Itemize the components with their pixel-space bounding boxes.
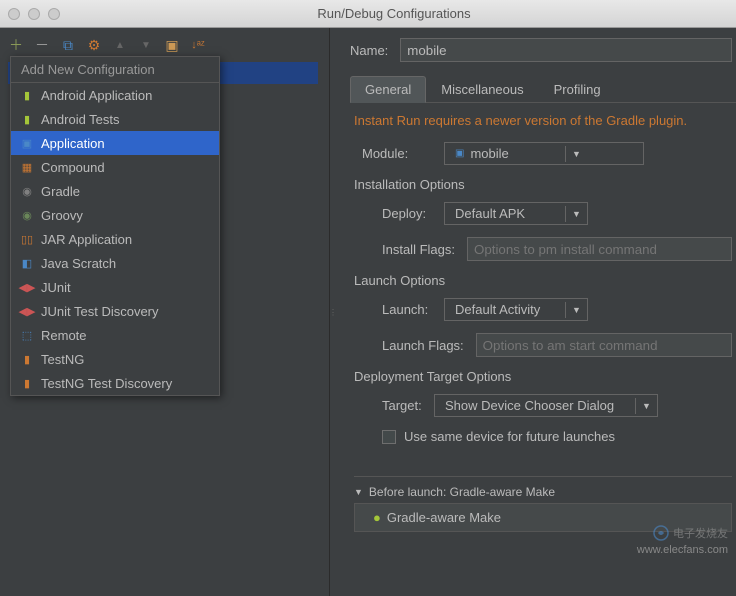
- popup-item-testng-test-discovery[interactable]: ▮ TestNG Test Discovery: [11, 371, 219, 395]
- window-title: Run/Debug Configurations: [60, 6, 728, 21]
- before-launch-item-label: Gradle-aware Make: [387, 510, 501, 525]
- close-button[interactable]: [8, 8, 20, 20]
- module-label: Module:: [362, 146, 432, 161]
- install-flags-label: Install Flags:: [362, 242, 455, 257]
- popup-item-android-tests[interactable]: ▮ Android Tests: [11, 107, 219, 131]
- watermark-url: www.elecfans.com: [637, 544, 728, 556]
- up-icon[interactable]: ▲: [112, 37, 128, 53]
- launch-section-title: Launch Options: [354, 273, 732, 288]
- tab-general[interactable]: General: [350, 76, 426, 103]
- add-icon[interactable]: ＋: [8, 37, 24, 53]
- popup-item-label: Gradle: [41, 184, 80, 199]
- popup-item-label: JUnit: [41, 280, 71, 295]
- tab-content: Instant Run requires a newer version of …: [350, 103, 736, 532]
- app-icon: ▣: [19, 135, 35, 151]
- launch-flags-label: Launch Flags:: [362, 338, 464, 353]
- name-input[interactable]: [400, 38, 732, 62]
- gradle-icon: ◉: [19, 183, 35, 199]
- popup-item-label: TestNG Test Discovery: [41, 376, 172, 391]
- chevron-down-icon: ▼: [565, 302, 587, 318]
- before-launch-section: ▼ Before launch: Gradle-aware Make ● Gra…: [354, 476, 732, 532]
- junit-icon: ◀▶: [19, 279, 35, 295]
- before-launch-title: Before launch: Gradle-aware Make: [369, 485, 555, 499]
- folder-icon[interactable]: ▣: [164, 37, 180, 53]
- groovy-icon: ◉: [19, 207, 35, 223]
- gradle-icon: ●: [373, 510, 381, 525]
- launch-flags-input[interactable]: [476, 333, 732, 357]
- add-config-popup: Add New Configuration ▮ Android Applicati…: [10, 56, 220, 396]
- warning-text: Instant Run requires a newer version of …: [354, 111, 732, 142]
- testng-disc-icon: ▮: [19, 375, 35, 391]
- junit-disc-icon: ◀▶: [19, 303, 35, 319]
- popup-item-label: Compound: [41, 160, 105, 175]
- tab-miscellaneous[interactable]: Miscellaneous: [426, 76, 538, 102]
- popup-item-label: Groovy: [41, 208, 83, 223]
- chevron-down-icon: ▼: [565, 206, 587, 222]
- popup-item-android-application[interactable]: ▮ Android Application: [11, 83, 219, 107]
- popup-item-label: JAR Application: [41, 232, 132, 247]
- popup-item-java-scratch[interactable]: ◧ Java Scratch: [11, 251, 219, 275]
- popup-item-label: Remote: [41, 328, 87, 343]
- android-icon: ▮: [19, 111, 35, 127]
- chevron-down-icon: ▼: [565, 146, 587, 162]
- popup-item-junit-test-discovery[interactable]: ◀▶ JUnit Test Discovery: [11, 299, 219, 323]
- same-device-checkbox[interactable]: [382, 430, 396, 444]
- window-controls: [8, 8, 60, 20]
- deploy-value: Default APK: [455, 206, 525, 221]
- target-dropdown[interactable]: Show Device Chooser Dialog ▼: [434, 394, 658, 417]
- popup-item-label: Java Scratch: [41, 256, 116, 271]
- remove-icon[interactable]: －: [34, 37, 50, 53]
- minimize-button[interactable]: [28, 8, 40, 20]
- testng-icon: ▮: [19, 351, 35, 367]
- deploy-label: Deploy:: [362, 206, 432, 221]
- jar-icon: ▯▯: [19, 231, 35, 247]
- popup-item-remote[interactable]: ⬚ Remote: [11, 323, 219, 347]
- deploy-target-section-title: Deployment Target Options: [354, 369, 732, 384]
- titlebar: Run/Debug Configurations: [0, 0, 736, 28]
- launch-value: Default Activity: [455, 302, 540, 317]
- popup-item-gradle[interactable]: ◉ Gradle: [11, 179, 219, 203]
- maximize-button[interactable]: [48, 8, 60, 20]
- scratch-icon: ◧: [19, 255, 35, 271]
- popup-item-label: JUnit Test Discovery: [41, 304, 159, 319]
- module-icon: ▣: [455, 148, 464, 159]
- name-label: Name:: [350, 43, 388, 58]
- popup-item-application[interactable]: ▣ Application: [11, 131, 219, 155]
- main-panel: Name: General Miscellaneous Profiling In…: [336, 28, 736, 596]
- down-icon[interactable]: ▼: [138, 37, 154, 53]
- launch-label: Launch:: [362, 302, 432, 317]
- compound-icon: ▦: [19, 159, 35, 175]
- watermark: 电子发烧友: [653, 525, 728, 541]
- module-dropdown[interactable]: ▣ mobile ▼: [444, 142, 644, 165]
- sort-icon[interactable]: ↓ᵃᶻ: [190, 37, 206, 53]
- same-device-label: Use same device for future launches: [404, 429, 615, 444]
- popup-item-label: Android Application: [41, 88, 152, 103]
- popup-item-label: Application: [41, 136, 105, 151]
- popup-item-label: TestNG: [41, 352, 84, 367]
- tab-profiling[interactable]: Profiling: [539, 76, 616, 102]
- settings-icon[interactable]: ⚙: [86, 37, 102, 53]
- popup-item-testng[interactable]: ▮ TestNG: [11, 347, 219, 371]
- popup-item-junit[interactable]: ◀▶ JUnit: [11, 275, 219, 299]
- popup-item-compound[interactable]: ▦ Compound: [11, 155, 219, 179]
- deploy-dropdown[interactable]: Default APK ▼: [444, 202, 588, 225]
- install-flags-input[interactable]: [467, 237, 732, 261]
- android-icon: ▮: [19, 87, 35, 103]
- remote-icon: ⬚: [19, 327, 35, 343]
- module-value: mobile: [470, 146, 508, 161]
- popup-item-label: Android Tests: [41, 112, 120, 127]
- popup-item-jar-application[interactable]: ▯▯ JAR Application: [11, 227, 219, 251]
- install-section-title: Installation Options: [354, 177, 732, 192]
- chevron-down-icon: ▼: [635, 398, 657, 414]
- tabs: General Miscellaneous Profiling: [350, 76, 736, 103]
- copy-icon[interactable]: ⧉: [60, 37, 76, 53]
- collapse-icon[interactable]: ▼: [354, 487, 363, 497]
- popup-header: Add New Configuration: [11, 57, 219, 83]
- popup-item-groovy[interactable]: ◉ Groovy: [11, 203, 219, 227]
- launch-dropdown[interactable]: Default Activity ▼: [444, 298, 588, 321]
- target-value: Show Device Chooser Dialog: [445, 398, 614, 413]
- target-label: Target:: [362, 398, 422, 413]
